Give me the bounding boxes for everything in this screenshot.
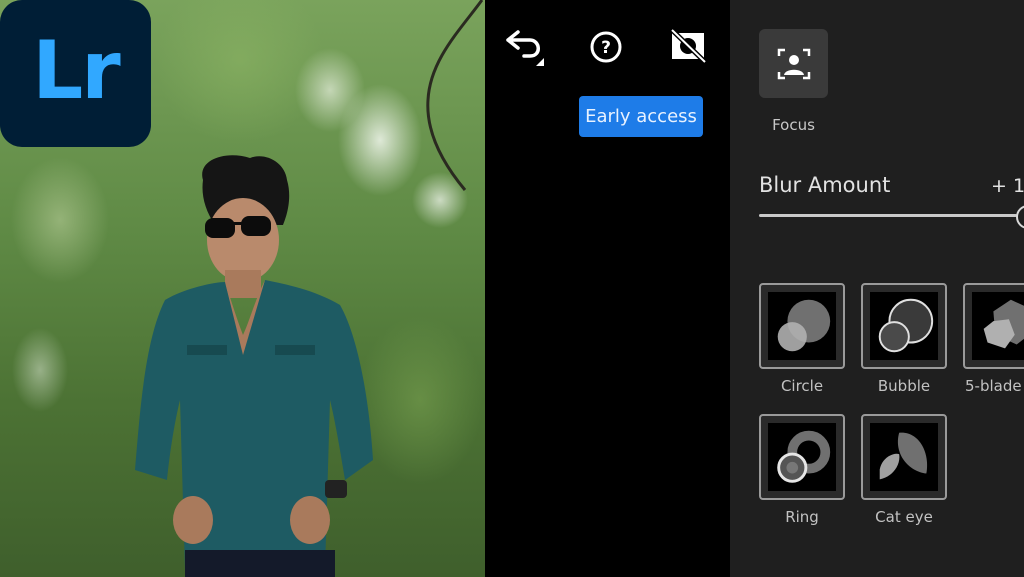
bokeh-label-bubble: Bubble [877,377,931,395]
lightroom-logo: Lr [0,0,151,147]
ring-bokeh-icon [777,430,831,483]
hide-mask-icon [670,28,707,64]
photo-preview: Lr [0,0,485,577]
undo-icon [506,30,544,66]
logo-text: Lr [32,23,120,117]
toggle-mask-button[interactable] [669,28,707,64]
bokeh-label-cat-eye: Cat eye [875,508,933,526]
bokeh-option-5-blade[interactable] [963,283,1024,369]
bokeh-label-ring: Ring [785,508,819,526]
bokeh-label-circle: Circle [780,377,824,395]
subject-person [135,155,373,577]
bokeh-option-cat-eye[interactable] [861,414,947,500]
toolbar [485,0,730,577]
five-blade-bokeh-icon [983,299,1024,349]
focus-person-icon [777,48,810,79]
bokeh-label-5-blade: 5-blade [965,377,1022,395]
circle-bokeh-icon [777,299,831,352]
cat-eye-bokeh-icon [879,432,928,480]
blur-amount-label: Blur Amount [759,173,891,197]
undo-button[interactable] [500,26,550,66]
bubble-bokeh-icon [878,298,934,353]
bokeh-option-circle[interactable] [759,283,845,369]
blur-amount-value: + 1 [991,175,1024,197]
focus-label: Focus [772,116,815,134]
focus-button[interactable] [759,29,828,98]
bokeh-option-bubble[interactable] [861,283,947,369]
blur-amount-slider[interactable] [759,214,1017,217]
svg-text:?: ? [601,38,611,58]
help-button[interactable]: ? [589,30,623,64]
bokeh-option-ring[interactable] [759,414,845,500]
help-icon: ? [590,31,622,63]
early-access-badge[interactable]: Early access [579,96,703,137]
tree-branch [426,0,484,191]
